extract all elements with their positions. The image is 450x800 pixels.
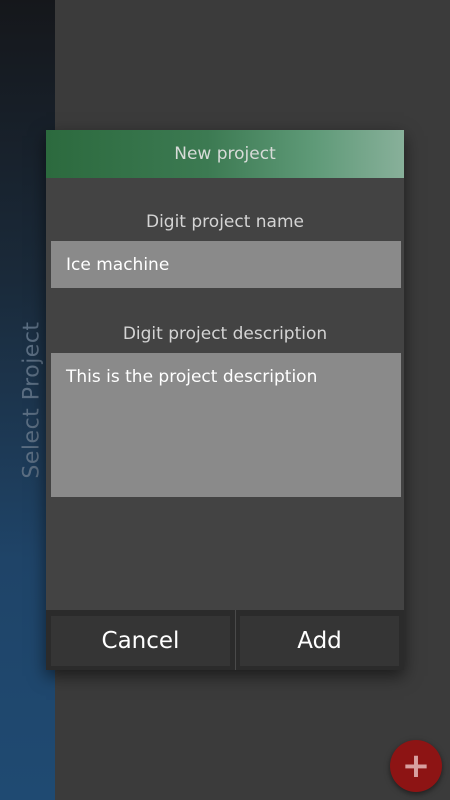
new-project-dialog: New project Digit project name Digit pro…	[46, 130, 404, 670]
project-name-input[interactable]	[51, 241, 401, 288]
dialog-button-bar: Cancel Add	[46, 610, 404, 670]
add-project-fab[interactable]: +	[390, 740, 442, 792]
dialog-header: New project	[46, 130, 404, 178]
cancel-button[interactable]: Cancel	[51, 616, 230, 666]
add-button[interactable]: Add	[240, 616, 399, 666]
button-divider	[235, 610, 236, 670]
app-screen: Select Project + New project Digit proje…	[0, 0, 450, 800]
project-name-label: Digit project name	[145, 212, 304, 232]
plus-icon: +	[401, 746, 431, 786]
sidebar-title: Select Project	[19, 321, 45, 479]
project-description-input[interactable]: This is the project description	[51, 353, 401, 497]
project-description-label: Digit project description	[122, 324, 328, 344]
dialog-title: New project	[174, 144, 276, 164]
